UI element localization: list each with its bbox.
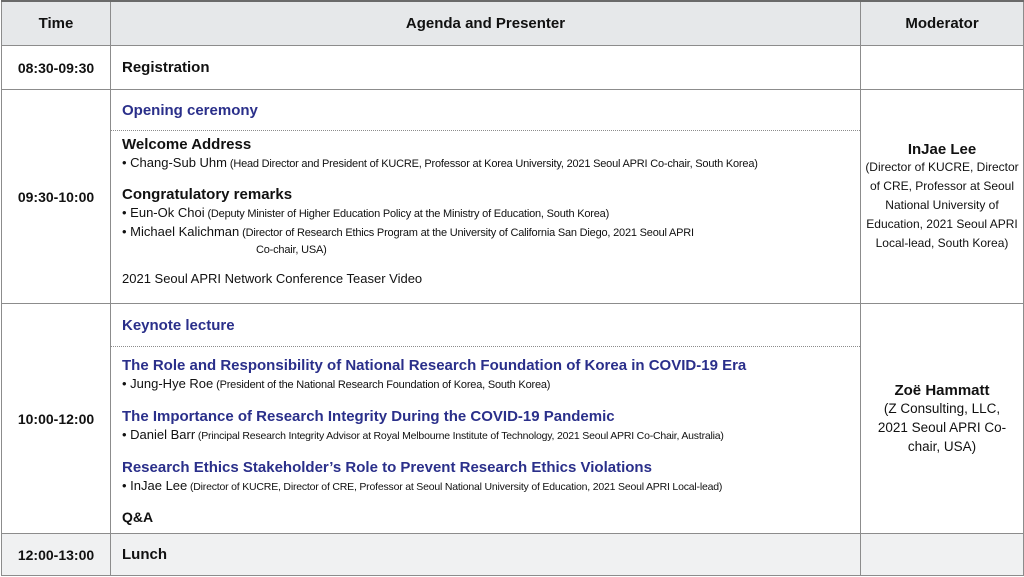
opening-section-title: Opening ceremony [122,101,258,119]
congrats-speaker-2: • Michael Kalichman (Director of Researc… [122,223,860,242]
welcome-speaker: • Chang-Sub Uhm (Head Director and Presi… [122,154,860,173]
header-time: Time [1,0,111,46]
congrats-speaker-2-name: • Michael Kalichman [122,224,240,239]
keynote-agenda: Keynote lecture The Role and Responsibil… [110,303,861,534]
talk-2-speaker: • Daniel Barr (Principal Research Integr… [122,426,860,445]
lunch-row: 12:00-13:00 Lunch [1,533,1024,576]
welcome-title: Welcome Address [122,136,252,153]
keynote-moderator-name: Zoë Hammatt [894,381,990,399]
opening-row: 09:30-10:00 Opening ceremony Welcome Add… [1,89,1024,304]
talk-1-speaker: • Jung-Hye Roe (President of the Nationa… [122,375,860,394]
congrats-speaker-2-detail: (Director of Research Ethics Program at … [239,227,694,239]
keynote-moderator-affiliation: (Z Consulting, LLC, 2021 Seoul APRI Co-c… [877,400,1007,454]
opening-agenda: Opening ceremony Welcome Address • Chang… [110,89,861,304]
talk-2-speaker-name: • Daniel Barr [122,427,196,442]
talk-2-speaker-detail: (Principal Research Integrity Advisor at… [195,430,724,442]
talk-3-speaker: • InJae Lee (Director of KUCRE, Director… [122,477,860,496]
lunch-moderator [860,533,1024,576]
talk-1-title: The Role and Responsibility of National … [122,357,747,374]
header-agenda: Agenda and Presenter [110,0,861,46]
talk-3-speaker-name: • InJae Lee [122,478,188,493]
opening-time: 09:30-10:00 [1,89,111,304]
opening-moderator-affiliation: (Director of KUCRE, Director of CRE, Pro… [865,159,1019,250]
congrats-speaker-1-detail: (Deputy Minister of Higher Education Pol… [204,208,610,220]
qa-label: Q&A [122,509,154,525]
registration-title: Registration [110,45,861,90]
teaser-video: 2021 Seoul APRI Network Conference Tease… [122,271,423,286]
congrats-speaker-2-detail-cont: Co-chair, USA) [256,244,327,256]
talk-2-title: The Importance of Research Integrity Dur… [122,408,615,425]
talk-1-speaker-name: • Jung-Hye Roe [122,376,214,391]
keynote-moderator: Zoë Hammatt (Z Consulting, LLC, 2021 Seo… [860,303,1024,534]
keynote-section-title: Keynote lecture [122,316,235,334]
congrats-speaker-1: • Eun-Ok Choi (Deputy Minister of Higher… [122,204,860,223]
lunch-time: 12:00-13:00 [1,533,111,576]
talk-1-speaker-detail: (President of the National Research Foun… [213,379,551,391]
talk-3-speaker-detail: (Director of KUCRE, Director of CRE, Pro… [187,481,723,493]
header-moderator: Moderator [860,0,1024,46]
welcome-speaker-detail: (Head Director and President of KUCRE, P… [227,158,758,170]
registration-time: 08:30-09:30 [1,45,111,90]
keynote-row: 10:00-12:00 Keynote lecture The Role and… [1,303,1024,534]
lunch-title: Lunch [110,533,861,576]
congrats-speaker-1-name: • Eun-Ok Choi [122,205,205,220]
registration-moderator [860,45,1024,90]
talk-3-title: Research Ethics Stakeholder’s Role to Pr… [122,459,652,476]
agenda-table: Time Agenda and Presenter Moderator 08:3… [1,0,1024,576]
opening-moderator: InJae Lee (Director of KUCRE, Director o… [860,89,1024,304]
registration-row: 08:30-09:30 Registration [1,45,1024,90]
agenda-sheet: Time Agenda and Presenter Moderator 08:3… [0,0,1024,577]
opening-moderator-name: InJae Lee [907,140,977,158]
welcome-speaker-name: • Chang-Sub Uhm [122,155,227,170]
congrats-title: Congratulatory remarks [122,186,293,203]
header-row: Time Agenda and Presenter Moderator [1,0,1024,46]
keynote-time: 10:00-12:00 [1,303,111,534]
